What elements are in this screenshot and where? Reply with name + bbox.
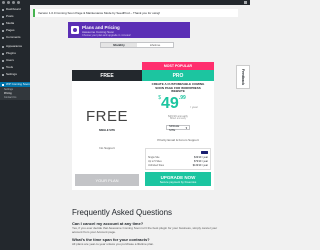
plugin-icon [2,52,4,55]
plan-description-pro: CREATE A CUSTOMIZABLE COMING SOON PAGE F… [151,82,205,94]
page-icon [2,29,4,32]
avatar[interactable] [244,1,247,4]
sidebar-item-label: Settings [6,73,17,76]
support-level-pro: Priority Email & Forum Support [157,138,199,142]
submenu-item-contact[interactable]: Contact Us [4,96,16,99]
sidebar-item-posts[interactable]: Posts [0,14,30,19]
feedback-tab[interactable]: Feedback [236,65,250,89]
chevron-down-icon: ▾ [185,125,187,130]
most-popular-ribbon: MOST POPULAR [142,62,214,70]
faq-heading: Frequently Asked Questions [72,208,173,217]
price-amount: 49 [161,95,179,112]
settings-icon [2,73,4,76]
sidebar-item-label: Appearance [6,45,23,48]
license-option-label[interactable]: Single Site [148,156,159,159]
billing-note: Billed annually [169,117,187,120]
sidebar-item-pages[interactable]: Pages [0,28,30,33]
submenu-item-pricing[interactable]: Pricing [4,92,12,95]
wordpress-logo-icon[interactable] [2,1,5,4]
sidebar-item-settings[interactable]: Settings [0,72,30,77]
notice-text: Version 1.0.0 Coming Soon Page & Mainten… [38,11,161,15]
comment-icon [2,36,4,39]
sidebar-item-media[interactable]: Media [0,21,30,26]
sidebar-item-plugins[interactable]: Plugins [0,51,30,56]
plan-price-pro: $49.99 / year [142,95,214,113]
admin-bar [0,0,250,5]
billing-cycle-toggle: Monthly Lifetime [100,42,174,48]
site-count-badge: SINGLE SITE [96,128,118,133]
license-option-price: $49.99 / year [194,156,208,159]
plan-card-free: FREE FREE SINGLE SITE No Support YOUR PL… [72,70,142,190]
price-period: / year [190,105,198,109]
price-cents: .99 [178,95,186,101]
tab-lifetime[interactable]: Lifetime [137,43,173,47]
sidebar-item-label: Posts [6,15,14,18]
coming-soon-submenu: Settings Pricing Contact Us [0,87,30,100]
sidebar-item-comments[interactable]: Comments [0,35,30,40]
media-icon [2,22,4,25]
plan-card-pro: MOST POPULAR PRO CREATE A CUSTOMIZABLE C… [142,62,214,190]
dashboard-icon [2,8,4,11]
sidebar-item-label: WP Coming Soon [6,83,30,86]
tab-monthly[interactable]: Monthly [101,43,137,47]
sidebar-item-dashboard[interactable]: Dashboard [0,7,30,12]
your-plan-button[interactable]: YOUR PLAN [75,174,139,186]
plan-header-free: FREE [72,70,142,81]
upgrade-now-button[interactable]: UPGRADE NOW Secure payment by Freemius [145,172,211,186]
wrench-icon [2,66,4,69]
header-tagline: Choose your plan and upgrade in minutes! [82,33,131,37]
sidebar-item-users[interactable]: Users [0,58,30,63]
users-icon [2,59,4,62]
sidebar-item-label: Tools [6,66,14,69]
faq-answer: All plans are year-to-year unless you pu… [72,242,155,246]
license-option-price: $149.99 / year [192,164,208,167]
license-select[interactable]: SINGLE SITE ▾ [166,123,190,132]
support-level-free: No Support [99,146,115,150]
updates-icon[interactable] [12,1,15,4]
faq-answer: Yes, if you ever decide that Awesome Com… [72,226,218,234]
feedback-label: Feedback [241,68,245,86]
sidebar-item-label: Pages [6,29,15,32]
sidebar-item-label: Dashboard [6,8,21,11]
pin-icon [2,15,4,18]
sidebar-item-label: Comments [6,36,21,39]
clock-icon [2,83,4,86]
license-option-price: $79.99 / year [194,160,208,163]
admin-sidebar: Dashboard Posts Media Pages Comments App… [0,5,30,250]
pricing-header: Plans and Pricing Awesome Coming Soon Ch… [68,22,190,38]
sidebar-item-label: Plugins [6,52,16,55]
sidebar-item-tools[interactable]: Tools [0,65,30,70]
upgrade-button-sublabel: Secure payment by Freemius [159,179,197,184]
payment-card-icon [201,151,208,154]
plan-price-free: FREE [85,108,128,125]
license-select-value: SINGLE SITE [169,123,180,132]
success-notice: Version 1.0.0 Coming Soon Page & Mainten… [33,9,238,17]
sidebar-item-label: Users [6,59,14,62]
comments-icon[interactable] [17,1,20,4]
sidebar-item-label: Media [6,22,15,25]
license-option-label[interactable]: Up to 5 Sites [148,160,162,163]
plugin-logo-icon [71,26,79,34]
submenu-item-settings[interactable]: Settings [4,88,13,91]
license-options-panel: Single Site $49.99 / year Up to 5 Sites … [145,148,211,170]
home-icon[interactable] [7,1,10,4]
sidebar-item-appearance[interactable]: Appearance [0,44,30,49]
plan-header-pro: PRO [142,70,214,81]
brush-icon [2,45,4,48]
license-option-label[interactable]: Unlimited Sites [148,164,164,167]
